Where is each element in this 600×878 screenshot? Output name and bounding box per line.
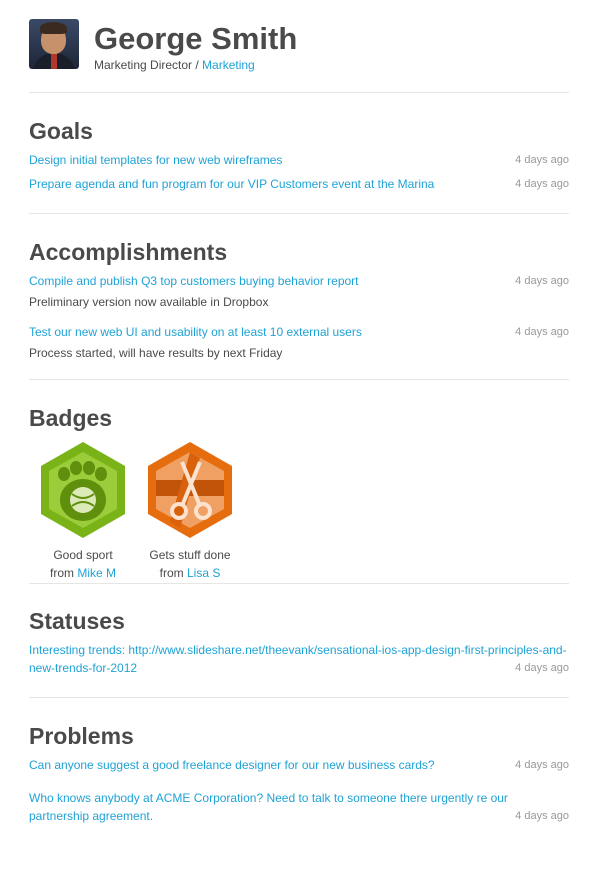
badge-name: Good sport <box>53 548 113 562</box>
badge-name: Gets stuff done <box>149 548 231 562</box>
problem-link[interactable]: Who knows anybody at ACME Corporation? N… <box>29 789 519 825</box>
accomplishment-link[interactable]: Compile and publish Q3 top customers buy… <box>29 272 499 290</box>
profile-name: George Smith <box>94 21 298 56</box>
list-item: Compile and publish Q3 top customers buy… <box>29 272 569 311</box>
problem-link[interactable]: Can anyone suggest a good freelance desi… <box>29 756 499 774</box>
badge-from: from Mike M <box>49 566 116 580</box>
section-title-accomplishments: Accomplishments <box>29 239 228 265</box>
section-title-badges: Badges <box>29 405 113 431</box>
badge-caption: Gets stuff done from Lisa S <box>136 546 244 582</box>
list-item: Design initial templates for new web wir… <box>29 151 569 169</box>
list-item: Can anyone suggest a good freelance desi… <box>29 756 569 774</box>
statuses-section: Statuses Interesting trends: http://www.… <box>29 607 569 677</box>
badge-list: Good sport from Mike M Gets stuff done f… <box>29 440 569 580</box>
badges-section: Badges Good sport from Mike M Gets stuff… <box>29 404 569 580</box>
timestamp: 4 days ago <box>515 326 569 338</box>
accomplishment-note: Preliminary version now available in Dro… <box>29 295 269 309</box>
badge-gets-stuff-done[interactable]: Gets stuff done from Lisa S <box>136 440 244 582</box>
status-link[interactable]: Interesting trends: http://www.slideshar… <box>29 641 569 677</box>
list-item: Test our new web UI and usability on at … <box>29 323 569 362</box>
problems-section: Problems Can anyone suggest a good freel… <box>29 722 569 825</box>
divider <box>29 583 569 584</box>
divider <box>29 697 569 698</box>
list-item: Prepare agenda and fun program for our V… <box>29 175 569 193</box>
divider <box>29 213 569 214</box>
list-item: Who knows anybody at ACME Corporation? N… <box>29 789 569 825</box>
badge-good-sport[interactable]: Good sport from Mike M <box>29 440 137 582</box>
goals-section: Goals Design initial templates for new w… <box>29 117 569 193</box>
accomplishment-note: Process started, will have results by ne… <box>29 346 283 360</box>
timestamp: 4 days ago <box>515 178 569 190</box>
footprint-ball-icon <box>41 442 125 538</box>
profile-role: Marketing Director / Marketing <box>94 58 255 72</box>
avatar[interactable] <box>29 19 79 69</box>
timestamp: 4 days ago <box>515 810 569 822</box>
section-title-statuses: Statuses <box>29 608 125 634</box>
profile-header: George Smith Marketing Director / Market… <box>29 19 569 73</box>
goal-link[interactable]: Prepare agenda and fun program for our V… <box>29 175 499 193</box>
section-title-problems: Problems <box>29 723 134 749</box>
timestamp: 4 days ago <box>515 154 569 166</box>
section-title-goals: Goals <box>29 118 93 144</box>
accomplishments-section: Accomplishments Compile and publish Q3 t… <box>29 238 569 362</box>
scissors-ribbon-icon <box>148 442 232 538</box>
timestamp: 4 days ago <box>515 275 569 287</box>
department-link[interactable]: Marketing <box>202 58 255 72</box>
badge-giver-link[interactable]: Mike M <box>77 566 116 580</box>
badge-from: from Lisa S <box>159 566 221 580</box>
timestamp: 4 days ago <box>515 759 569 771</box>
badge-giver-link[interactable]: Lisa S <box>187 566 220 580</box>
timestamp: 4 days ago <box>515 662 569 674</box>
goal-link[interactable]: Design initial templates for new web wir… <box>29 151 499 169</box>
list-item: Interesting trends: http://www.slideshar… <box>29 641 569 677</box>
profile-page: George Smith Marketing Director / Market… <box>29 19 569 825</box>
divider <box>29 379 569 380</box>
badge-caption: Good sport from Mike M <box>29 546 137 582</box>
divider <box>29 92 569 93</box>
accomplishment-link[interactable]: Test our new web UI and usability on at … <box>29 323 499 341</box>
role-title: Marketing Director / <box>94 58 199 72</box>
